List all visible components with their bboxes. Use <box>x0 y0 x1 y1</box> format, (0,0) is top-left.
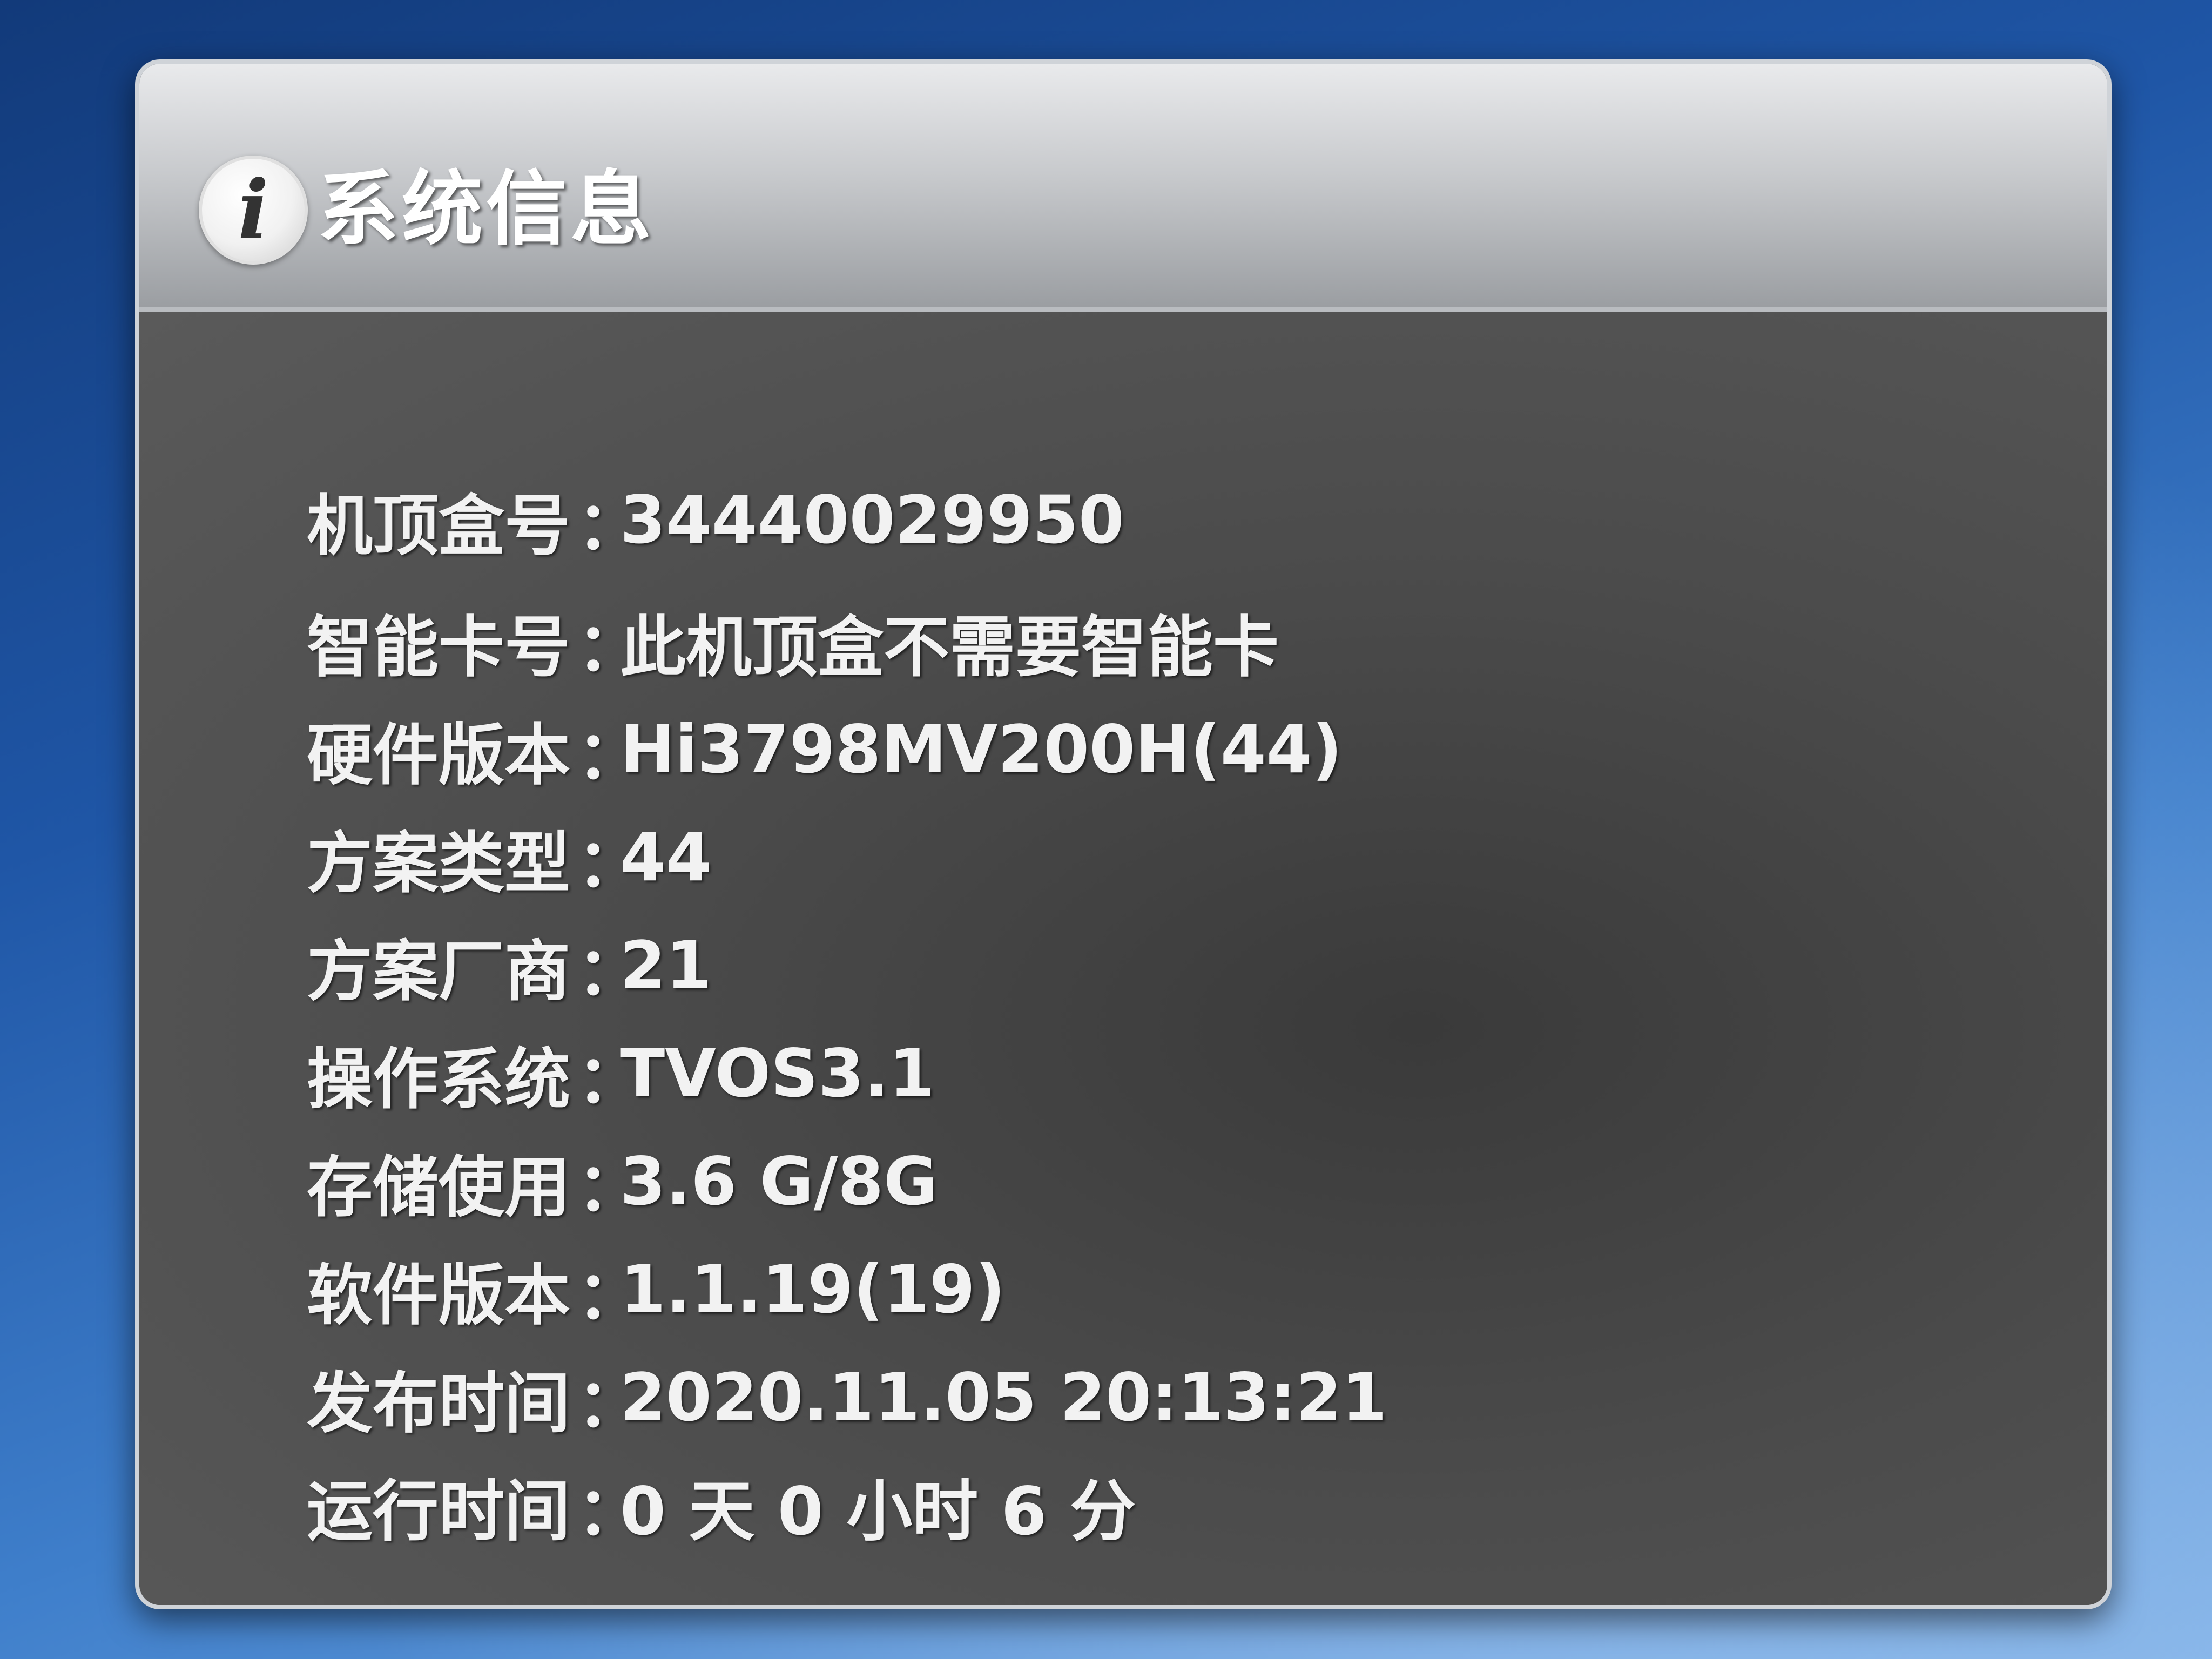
row-value: 2020.11.05 20:13:21 <box>620 1359 1388 1436</box>
system-info-dialog: i 系统信息 机顶盒号 ： 34440029950 智能卡号 ： 此机顶盒不需要… <box>135 59 2112 1609</box>
row-separator: ： <box>577 1473 643 1550</box>
row-value: 3.6 G/8G <box>620 1143 938 1220</box>
row-value: 此机顶盒不需要智能卡 <box>620 609 1279 686</box>
info-row-software-version: 软件版本 ： 1.1.19(19) <box>307 1236 1981 1344</box>
dialog-body: 机顶盒号 ： 34440029950 智能卡号 ： 此机顶盒不需要智能卡 硬件版… <box>139 312 2107 1605</box>
row-value: 1.1.19(19) <box>620 1251 1006 1328</box>
dialog-title: 系统信息 <box>318 163 655 257</box>
row-separator: ： <box>577 1149 643 1226</box>
row-label: 方案类型 <box>307 825 570 902</box>
row-label: 软件版本 <box>307 1257 570 1334</box>
row-label: 机顶盒号 <box>307 487 570 564</box>
row-separator: ： <box>577 825 643 902</box>
dialog-header: i 系统信息 <box>139 64 2107 312</box>
row-value: TVOS3.1 <box>620 1035 935 1112</box>
row-label: 操作系统 <box>307 1041 570 1118</box>
row-separator: ： <box>577 1041 643 1118</box>
info-row-storage-usage: 存储使用 ： 3.6 G/8G <box>307 1128 1981 1236</box>
row-separator: ： <box>577 1365 643 1442</box>
row-value: 44 <box>620 819 712 896</box>
row-value: 34440029950 <box>620 482 1124 558</box>
row-separator: ： <box>577 1257 643 1334</box>
info-row-scheme-vendor: 方案厂商 ： 21 <box>307 912 1981 1020</box>
row-value: 21 <box>620 927 712 1004</box>
info-row-smart-card: 智能卡号 ： 此机顶盒不需要智能卡 <box>307 588 1981 696</box>
row-separator: ： <box>577 609 643 686</box>
info-row-stb-number: 机顶盒号 ： 34440029950 <box>307 453 1981 588</box>
row-label: 运行时间 <box>307 1473 570 1550</box>
row-label: 方案厂商 <box>307 933 570 1010</box>
row-label: 发布时间 <box>307 1365 570 1442</box>
info-row-release-time: 发布时间 ： 2020.11.05 20:13:21 <box>307 1344 1981 1452</box>
row-label: 智能卡号 <box>307 609 570 686</box>
info-row-scheme-type: 方案类型 ： 44 <box>307 804 1981 912</box>
row-label: 硬件版本 <box>307 717 570 794</box>
row-value: 0 天 0 小时 6 分 <box>620 1473 1136 1550</box>
row-value: Hi3798MV200H(44) <box>620 711 1343 788</box>
info-row-uptime: 运行时间 ： 0 天 0 小时 6 分 <box>307 1452 1981 1560</box>
row-separator: ： <box>577 933 643 1010</box>
info-row-hardware-version: 硬件版本 ： Hi3798MV200H(44) <box>307 696 1981 804</box>
row-label: 存储使用 <box>307 1149 570 1226</box>
info-icon: i <box>199 156 308 265</box>
info-row-operating-system: 操作系统 ： TVOS3.1 <box>307 1020 1981 1128</box>
info-list: 机顶盒号 ： 34440029950 智能卡号 ： 此机顶盒不需要智能卡 硬件版… <box>307 453 1981 1560</box>
row-separator: ： <box>577 717 643 794</box>
row-separator: ： <box>577 487 643 564</box>
